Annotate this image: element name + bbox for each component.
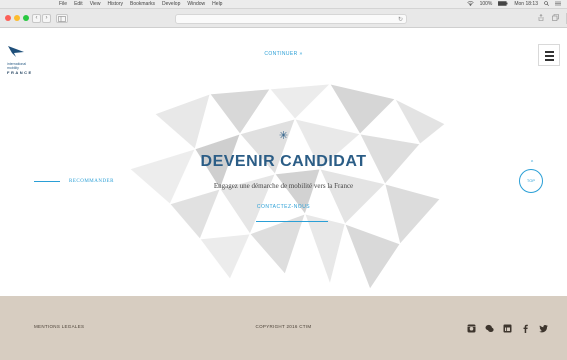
arrow-up-icon: ^ bbox=[530, 160, 534, 166]
battery-icon[interactable] bbox=[498, 1, 508, 8]
menu-bookmarks[interactable]: Bookmarks bbox=[130, 1, 155, 7]
top-button[interactable]: TOP bbox=[519, 169, 543, 193]
logo-country: FRANCE bbox=[7, 70, 33, 75]
forward-button[interactable]: › bbox=[42, 14, 51, 23]
recommend-label: RECOMMANDER bbox=[69, 179, 114, 184]
twitter-icon[interactable] bbox=[539, 320, 548, 333]
app-menu: File Edit View History Bookmarks Develop… bbox=[59, 1, 222, 7]
back-to-top[interactable]: ^ TOP bbox=[519, 160, 545, 193]
spotlight-icon[interactable] bbox=[544, 1, 549, 8]
social-links bbox=[467, 320, 548, 333]
window-controls bbox=[5, 15, 29, 21]
emblem-icon: ✳ bbox=[278, 130, 289, 142]
toolbar-actions bbox=[538, 14, 559, 23]
minimize-window-icon[interactable] bbox=[14, 15, 20, 21]
close-window-icon[interactable] bbox=[5, 15, 11, 21]
back-button[interactable]: ‹ bbox=[32, 14, 41, 23]
wifi-icon[interactable] bbox=[466, 1, 474, 8]
continue-link[interactable]: CONTINUER » bbox=[0, 51, 567, 57]
hamburger-icon-bar bbox=[545, 51, 554, 53]
menu-button[interactable] bbox=[538, 44, 560, 66]
contact-link[interactable]: CONTACTEZ-NOUS bbox=[0, 204, 567, 210]
recommend-link[interactable]: RECOMMANDER bbox=[34, 179, 114, 184]
share-icon[interactable] bbox=[538, 14, 544, 23]
footer: MENTIONS LEGALES COPYRIGHT 2016 CTIM bbox=[0, 296, 567, 360]
web-page: international mobility FRANCE CONTINUER … bbox=[0, 29, 567, 360]
facebook-icon[interactable] bbox=[521, 320, 530, 333]
browser-toolbar: ‹ › ↻ bbox=[0, 9, 567, 28]
battery-percent: 100% bbox=[479, 1, 493, 7]
menubar-status: 100% Mon 18:13 bbox=[466, 1, 561, 8]
clock[interactable]: Mon 18:13 bbox=[514, 1, 538, 8]
site-logo[interactable]: international mobility FRANCE bbox=[7, 44, 41, 75]
zoom-window-icon[interactable] bbox=[23, 15, 29, 21]
page-title: DEVENIR CANDIDAT bbox=[200, 153, 367, 170]
instagram-icon[interactable] bbox=[467, 320, 476, 333]
linkedin-icon[interactable] bbox=[503, 320, 512, 333]
tabs-overview-icon[interactable] bbox=[552, 14, 559, 23]
sidebar-toggle-button[interactable] bbox=[56, 14, 68, 23]
menu-file[interactable]: File bbox=[59, 1, 67, 7]
notification-center-icon[interactable] bbox=[555, 1, 561, 8]
menu-window[interactable]: Window bbox=[187, 1, 205, 7]
menu-view[interactable]: View bbox=[90, 1, 101, 7]
contact-underline bbox=[256, 221, 328, 222]
address-bar[interactable]: ↻ bbox=[175, 14, 407, 24]
chat-icon[interactable] bbox=[485, 320, 494, 332]
recommend-line bbox=[34, 181, 60, 182]
hamburger-icon-bar bbox=[545, 55, 554, 57]
reload-icon[interactable]: ↻ bbox=[398, 16, 403, 23]
menu-help[interactable]: Help bbox=[212, 1, 222, 7]
menu-history[interactable]: History bbox=[107, 1, 123, 7]
hamburger-icon-bar bbox=[545, 59, 554, 61]
menu-develop[interactable]: Develop bbox=[162, 1, 180, 7]
os-menubar: File Edit View History Bookmarks Develop… bbox=[0, 0, 567, 9]
menu-edit[interactable]: Edit bbox=[74, 1, 83, 7]
